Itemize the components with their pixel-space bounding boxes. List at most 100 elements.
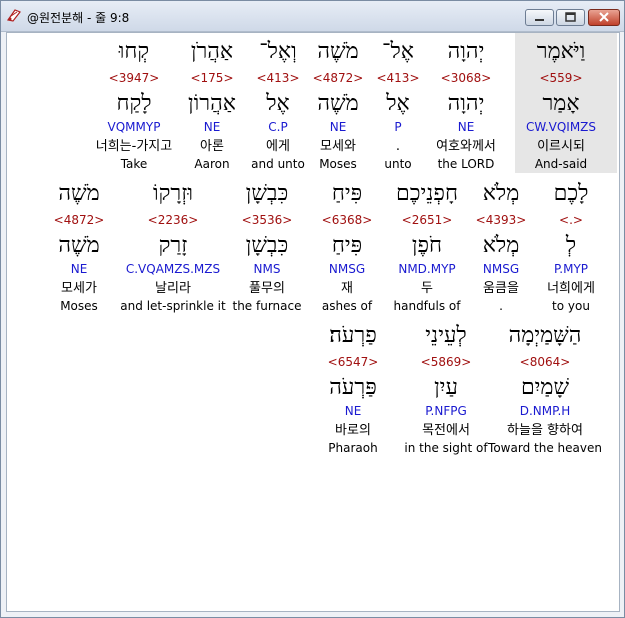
- word-block[interactable]: חָפְנֵיכֶם <2651> חֹפֶן NMD.MYP 두 handfuls of: [384, 181, 470, 317]
- english-gloss: and let-sprinkle it: [120, 299, 226, 313]
- korean-gloss: 재: [341, 281, 353, 296]
- word-block[interactable]: וְאֶל־ <413> אֶל C.P 에게 and unto: [248, 39, 308, 175]
- strong-number: <.>: [559, 213, 583, 227]
- english-gloss: .: [499, 299, 503, 313]
- hebrew-word: מְלֹא: [482, 181, 520, 206]
- strong-number: <6368>: [321, 213, 373, 227]
- hebrew-word: הַשָּׁמַיְמָה: [508, 323, 582, 348]
- app-icon: [6, 7, 22, 23]
- hebrew-word: אֶל־: [382, 39, 414, 64]
- hebrew-word: וּזְרָקוֹ: [153, 181, 193, 206]
- morphology-code: D.NMP.H: [519, 404, 571, 418]
- strong-number: <8064>: [519, 355, 571, 369]
- korean-gloss: 하늘을 향하여: [507, 423, 583, 438]
- maximize-icon: [565, 12, 576, 22]
- hebrew-lemma: עַיִן: [434, 375, 458, 400]
- hebrew-word: פַרְעֹה׃: [329, 323, 377, 348]
- word-block[interactable]: וַיֹּאמֶר <559> אָמַר CW.VQIMZS 이르시되 And-said: [511, 39, 611, 175]
- word-block[interactable]: מְלֹא <4393> מְלֹא NMSG 움큼을.: [473, 181, 529, 317]
- hebrew-lemma: יְהוָה: [447, 91, 485, 116]
- interlinear-panel[interactable]: וַיֹּאמֶר <559> אָמַר CW.VQIMZS 이르시되 And-said…: [6, 32, 620, 612]
- maximize-button[interactable]: [556, 9, 585, 26]
- korean-gloss: 목전에서: [422, 423, 470, 438]
- strong-number: <4872>: [312, 71, 364, 85]
- morphology-code: NE: [457, 120, 475, 134]
- hebrew-word: וַיֹּאמֶר: [536, 39, 586, 64]
- hebrew-lemma: שָׁמַיִם: [520, 375, 570, 400]
- english-gloss: Moses: [319, 157, 357, 171]
- word-block[interactable]: מֹשֶׁה <4872> מֹשֶׁה NE 모세가 Moses: [39, 181, 119, 317]
- english-gloss: ashes of: [321, 299, 373, 313]
- strong-number: <4872>: [53, 213, 105, 227]
- morphology-code: CW.VQIMZS: [525, 120, 597, 134]
- word-block[interactable]: וּזְרָקוֹ <2236> זָרַק C.VQAMZS.MZS 날리라 and l…: [103, 181, 243, 317]
- morphology-code: C.P: [268, 120, 288, 134]
- minimize-button[interactable]: [525, 9, 554, 26]
- korean-gloss: 모세가: [61, 281, 97, 296]
- english-gloss: and unto: [251, 157, 305, 171]
- morphology-code: P.MYP: [553, 262, 589, 276]
- strong-number: <5869>: [420, 355, 472, 369]
- word-block[interactable]: לָכֶם <.> לְ P.MYP 너희에게 to you: [531, 181, 611, 317]
- morphology-code: NE: [344, 404, 362, 418]
- strong-number: <413>: [376, 71, 420, 85]
- morphology-code: VQMMYP: [107, 120, 161, 134]
- morphology-code: C.VQAMZS.MZS: [125, 262, 221, 276]
- morphology-code: NMD.MYP: [398, 262, 456, 276]
- strong-number: <3947>: [108, 71, 160, 85]
- korean-gloss: 여호와께서: [436, 139, 496, 154]
- hebrew-lemma: חֹפֶן: [411, 233, 443, 258]
- english-gloss: Moses: [60, 299, 98, 313]
- strong-number: <413>: [256, 71, 300, 85]
- strong-number: <3068>: [440, 71, 492, 85]
- hebrew-word: לָכֶם: [553, 181, 589, 206]
- word-block[interactable]: לְעֵינֵי <5869> עַיִן P.NFPG 목전에서 in the sigh…: [398, 323, 494, 459]
- morphology-code: NMSG: [482, 262, 520, 276]
- hebrew-word: חָפְנֵיכֶם: [396, 181, 458, 206]
- hebrew-lemma: פַּרְעֹה: [329, 375, 377, 400]
- hebrew-lemma: מֹשֶׁה: [58, 233, 100, 258]
- morphology-code: NE: [70, 262, 88, 276]
- korean-gloss: 날리라: [155, 281, 191, 296]
- hebrew-lemma: זָרַק: [158, 233, 188, 258]
- english-gloss: Pharaoh: [328, 441, 378, 455]
- strong-number: <2236>: [147, 213, 199, 227]
- title-bar[interactable]: @원전분해 - 줄 9:8: [1, 1, 624, 32]
- minimize-icon: [535, 19, 544, 21]
- morphology-code: P: [394, 120, 402, 134]
- english-gloss: the LORD: [437, 157, 495, 171]
- english-gloss: in the sight of: [404, 441, 488, 455]
- morphology-code: NE: [329, 120, 347, 134]
- word-block[interactable]: אֶל־ <413> אֶל P. unto: [374, 39, 422, 175]
- english-gloss: Take: [120, 157, 148, 171]
- word-block[interactable]: קְחוּ <3947> לָקַח VQMMYP 너희는-가지고 Take: [79, 39, 189, 175]
- word-block[interactable]: הַשָּׁמַיְמָה <8064> שָׁמַיִם D.NMP.H 하늘을 향하…: [485, 323, 605, 459]
- hebrew-lemma: פִּיחַ: [331, 233, 363, 258]
- english-gloss: Toward the heaven: [488, 441, 602, 455]
- hebrew-lemma: אֶל: [266, 91, 290, 116]
- close-icon: [599, 12, 609, 22]
- hebrew-lemma: אֶל: [386, 91, 410, 116]
- korean-gloss: 두: [421, 281, 433, 296]
- hebrew-lemma: מֹשֶׁה: [317, 91, 359, 116]
- korean-gloss: .: [395, 139, 401, 154]
- hebrew-word: קְחוּ: [118, 39, 150, 64]
- hebrew-word: לְעֵינֵי: [425, 323, 467, 348]
- strong-number: <559>: [539, 71, 583, 85]
- word-block[interactable]: פִּיחַ <6368> פִּיחַ NMSG 재 ashes of: [312, 181, 382, 317]
- hebrew-word: מֹשֶׁה: [317, 39, 359, 64]
- close-button[interactable]: [588, 9, 620, 26]
- morphology-code: P.NFPG: [425, 404, 467, 418]
- english-gloss: And-said: [534, 157, 588, 171]
- korean-gloss: 너희는-가지고: [95, 139, 173, 154]
- strong-number: <2651>: [401, 213, 453, 227]
- hebrew-word: וְאֶל־: [259, 39, 297, 64]
- korean-gloss: 움큼을: [483, 281, 519, 296]
- hebrew-lemma: אָמַר: [542, 91, 580, 116]
- korean-gloss: 에게: [266, 139, 290, 154]
- word-block[interactable]: פַרְעֹה׃ <6547> פַּרְעֹה NE 바로의 Pharaoh: [318, 323, 388, 459]
- hebrew-word: פִּיחַ: [331, 181, 363, 206]
- hebrew-lemma: לְ: [565, 233, 577, 258]
- word-block[interactable]: מֹשֶׁה <4872> מֹשֶׁה NE 모세와 Moses: [305, 39, 371, 175]
- word-block[interactable]: יְהוָה <3068> יְהוָה NE 여호와께서 the LORD: [421, 39, 511, 175]
